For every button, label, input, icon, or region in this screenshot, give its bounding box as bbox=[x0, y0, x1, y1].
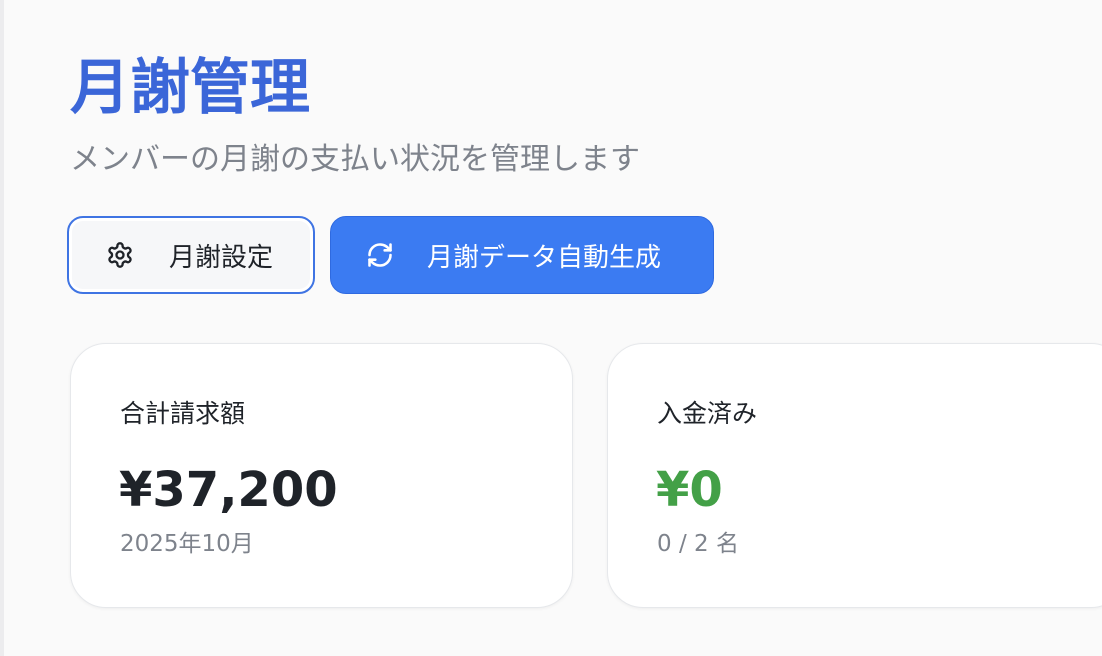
auto-generate-label: 月謝データ自動生成 bbox=[427, 242, 662, 273]
fee-settings-button[interactable]: 月謝設定 bbox=[67, 216, 315, 294]
fee-settings-label: 月謝設定 bbox=[169, 242, 274, 273]
total-billed-label: 合計請求額 bbox=[120, 399, 246, 428]
total-billed-card: 合計請求額 ¥37,200 2025年10月 bbox=[70, 343, 573, 608]
paid-member-count: 0 / 2 名 bbox=[657, 531, 739, 557]
refresh-icon bbox=[365, 240, 395, 270]
page-title: 月謝管理 bbox=[70, 53, 310, 123]
sidebar-edge bbox=[0, 0, 4, 656]
paid-label: 入金済み bbox=[657, 399, 758, 428]
page-subtitle: メンバーの月謝の支払い状況を管理します bbox=[70, 142, 640, 177]
billing-month: 2025年10月 bbox=[120, 531, 254, 557]
total-billed-amount: ¥37,200 bbox=[119, 462, 338, 518]
paid-amount: ¥0 bbox=[656, 462, 723, 518]
gear-icon bbox=[105, 240, 135, 270]
auto-generate-button[interactable]: 月謝データ自動生成 bbox=[330, 216, 714, 294]
paid-card: 入金済み ¥0 0 / 2 名 bbox=[607, 343, 1102, 608]
